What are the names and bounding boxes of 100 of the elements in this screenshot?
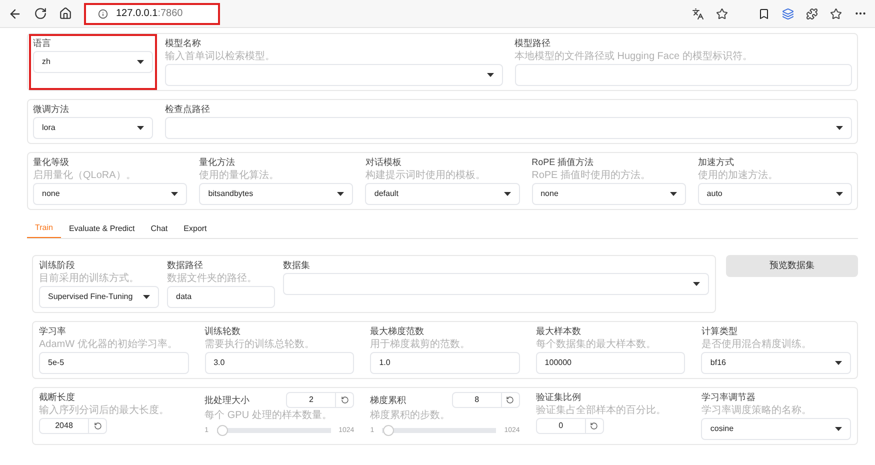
dropdown-field[interactable] — [283, 273, 709, 295]
reset-icon — [506, 396, 514, 404]
dropdown-field[interactable] — [165, 117, 852, 139]
translate-icon[interactable] — [692, 8, 704, 20]
field-hint: 用于梯度裁剪的范数。 — [370, 339, 472, 350]
dropdown-value: none — [540, 188, 558, 200]
extension-icon[interactable] — [806, 8, 818, 20]
field-value: 3.0 — [214, 357, 225, 369]
field-label: 截断长度 — [39, 392, 76, 403]
slider-track[interactable] — [382, 425, 496, 436]
dropdown-field[interactable]: none — [33, 183, 188, 205]
dropdown-field[interactable] — [165, 64, 502, 86]
field-label: 微调方法 — [33, 104, 70, 115]
text-field[interactable]: 1.0 — [370, 352, 520, 374]
dropdown-field[interactable]: Supervised Fine-Tuning — [39, 286, 159, 308]
dropdown-value: cosine — [710, 423, 734, 435]
reset-button[interactable] — [586, 418, 604, 434]
slider-thumb[interactable] — [382, 425, 394, 436]
tab[interactable]: Evaluate & Predict — [60, 220, 143, 238]
reset-icon — [94, 422, 102, 430]
reset-icon — [340, 396, 349, 404]
caret-icon — [836, 192, 843, 196]
text-field[interactable]: 5e-5 — [39, 352, 189, 374]
dropdown-value: auto — [706, 188, 722, 200]
field-hint: 输入序列分词后的最大长度。 — [39, 405, 170, 416]
field-label: 检查点路径 — [165, 104, 211, 115]
slider-track[interactable] — [216, 425, 331, 436]
text-field[interactable] — [514, 64, 852, 86]
caret-icon — [171, 192, 178, 196]
back-icon[interactable] — [8, 6, 22, 20]
field-value: 2 — [308, 394, 314, 406]
field-value: 100000 — [544, 357, 572, 369]
field-label: 训练轮数 — [204, 326, 242, 337]
field-hint: 数据文件夹的路径。 — [167, 273, 258, 284]
caret-icon — [137, 126, 144, 130]
reset-button[interactable] — [336, 392, 354, 408]
field-hint: 是否使用混合精度训练。 — [701, 339, 812, 350]
reload-icon[interactable] — [34, 7, 47, 20]
dropdown-field[interactable]: bf16 — [701, 352, 851, 374]
dropdown-value: bf16 — [710, 357, 726, 369]
dropdown-value: none — [42, 188, 60, 200]
extension-icon[interactable] — [758, 8, 770, 20]
dropdown-field[interactable]: none — [532, 183, 686, 205]
field-hint: RoPE 插值时使用的方法。 — [532, 170, 652, 181]
field-hint: 梯度累积的步数。 — [370, 410, 452, 421]
field-label: 学习率调节器 — [701, 392, 756, 403]
reset-button[interactable] — [502, 392, 520, 408]
field-value: 1.0 — [379, 357, 390, 369]
field-hint: AdamW 优化器的初始学习率。 — [39, 339, 178, 350]
field-hint: 启用量化（QLoRA）。 — [33, 170, 137, 181]
field-label: 批处理大小 — [204, 394, 250, 406]
text-field[interactable]: 100000 — [536, 352, 686, 374]
number-field[interactable]: 8 — [452, 392, 502, 408]
slider-thumb[interactable] — [216, 425, 228, 436]
field-hint: 输入首单词以检索模型。 — [165, 51, 276, 62]
reset-button[interactable] — [89, 418, 107, 434]
dropdown-field[interactable]: lora — [33, 117, 153, 139]
caret-icon — [143, 295, 150, 299]
caret-icon — [836, 126, 843, 130]
field-label: 训练阶段 — [39, 260, 76, 271]
tab[interactable]: Export — [176, 220, 215, 238]
caret-icon — [504, 192, 511, 196]
field-label: 对话模板 — [365, 157, 402, 168]
caret-icon — [486, 73, 494, 77]
field-hint: 每个 GPU 处理的样本数量。 — [204, 410, 333, 421]
text-field[interactable]: data — [167, 286, 275, 308]
preview-dataset-button[interactable]: 预览数据集 — [726, 255, 858, 277]
field-hint: 每个数据集的最大样本数。 — [536, 339, 657, 350]
number-field[interactable]: 2048 — [39, 418, 89, 434]
field-label: 梯度累积 — [370, 394, 406, 406]
field-label: 数据集 — [283, 260, 311, 271]
dropdown-value: Supervised Fine-Tuning — [48, 291, 133, 303]
number-field[interactable]: 2 — [286, 392, 336, 408]
field-label: 最大样本数 — [536, 326, 582, 337]
home-icon[interactable] — [59, 7, 72, 20]
dropdown-field[interactable]: auto — [698, 183, 852, 205]
field-label: 学习率 — [39, 326, 67, 337]
field-hint: 使用的量化算法。 — [199, 170, 280, 181]
info-icon — [98, 8, 108, 18]
field-label: 加速方式 — [698, 157, 735, 168]
dropdown-field[interactable]: default — [365, 183, 520, 205]
dropdown-field[interactable]: cosine — [701, 418, 851, 440]
dropdown-value: default — [374, 188, 398, 200]
dropdown-field[interactable]: bitsandbytes — [199, 183, 354, 205]
caret-icon — [337, 192, 344, 196]
field-hint: 学习率调度策略的名称。 — [701, 405, 812, 416]
field-value: 8 — [474, 394, 480, 406]
tab[interactable]: Chat — [142, 220, 176, 238]
favorites-icon[interactable] — [830, 8, 842, 20]
address-text: 127.0.0.1:7860 — [116, 7, 183, 21]
field-hint: 目前采用的训练方式。 — [39, 273, 140, 284]
number-field[interactable]: 0 — [536, 418, 586, 434]
dropdown-field[interactable]: zh — [33, 51, 153, 73]
field-value: 2048 — [55, 420, 73, 432]
favorite-icon[interactable] — [716, 8, 728, 20]
caret-icon — [693, 282, 700, 286]
address-bar[interactable]: 127.0.0.1:7860 — [84, 2, 220, 24]
field-label: 模型路径 — [514, 38, 552, 49]
text-field[interactable]: 3.0 — [204, 352, 354, 374]
field-label: 验证集比例 — [536, 392, 582, 403]
